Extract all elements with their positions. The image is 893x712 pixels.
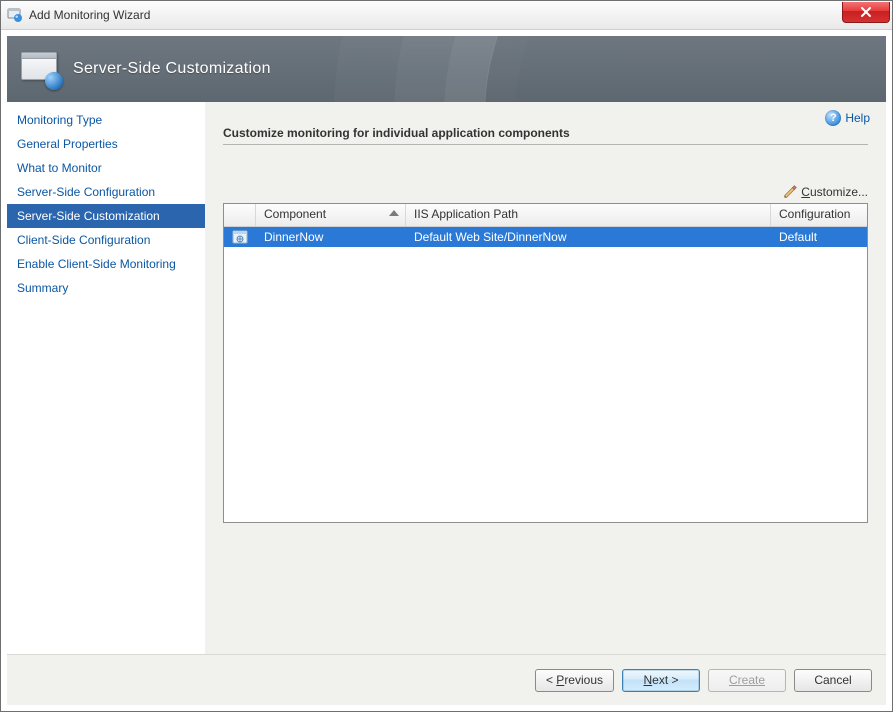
help-label: Help: [845, 111, 870, 125]
previous-button[interactable]: < Previous: [535, 669, 614, 692]
pencil-icon: [783, 185, 797, 199]
create-button: Create: [708, 669, 786, 692]
grid-column-path[interactable]: IIS Application Path: [406, 204, 771, 226]
sidebar-item-server-side-configuration[interactable]: Server-Side Configuration: [7, 180, 205, 204]
grid-column-configuration[interactable]: Configuration: [771, 204, 867, 226]
window-title: Add Monitoring Wizard: [29, 8, 842, 22]
sidebar-item-client-side-configuration[interactable]: Client-Side Configuration: [7, 228, 205, 252]
row-icon: [224, 229, 256, 245]
customize-link[interactable]: Customize...: [801, 185, 868, 199]
wizard-footer: < Previous Next > Create Cancel: [7, 654, 886, 705]
sidebar-item-server-side-customization[interactable]: Server-Side Customization: [7, 204, 205, 228]
wizard-content: ? Help Customize monitoring for individu…: [205, 102, 886, 654]
grid-body: DinnerNow Default Web Site/DinnerNow Def…: [224, 227, 867, 522]
sidebar-item-summary[interactable]: Summary: [7, 276, 205, 300]
wizard-body: Monitoring Type General Properties What …: [7, 102, 886, 654]
row-path: Default Web Site/DinnerNow: [406, 230, 771, 244]
section-title: Customize monitoring for individual appl…: [223, 126, 868, 145]
wizard-window: Add Monitoring Wizard Server-Side Custom…: [0, 0, 893, 712]
close-icon: [860, 7, 872, 17]
help-icon: ?: [825, 110, 841, 126]
web-app-icon: [232, 229, 248, 245]
grid-column-component-label: Component: [264, 207, 326, 221]
sidebar-item-general-properties[interactable]: General Properties: [7, 132, 205, 156]
next-button[interactable]: Next >: [622, 669, 700, 692]
wizard-header: Server-Side Customization: [7, 36, 886, 102]
sort-ascending-icon: [389, 210, 399, 216]
row-component: DinnerNow: [256, 230, 406, 244]
wizard-sidebar: Monitoring Type General Properties What …: [7, 102, 205, 654]
header-icon: [21, 52, 61, 86]
sidebar-item-monitoring-type[interactable]: Monitoring Type: [7, 108, 205, 132]
wizard-step-title: Server-Side Customization: [73, 60, 271, 78]
row-configuration: Default: [771, 230, 867, 244]
sidebar-item-enable-client-side-monitoring[interactable]: Enable Client-Side Monitoring: [7, 252, 205, 276]
grid-column-component[interactable]: Component: [256, 204, 406, 226]
grid-header: Component IIS Application Path Configura…: [224, 204, 867, 227]
cancel-button[interactable]: Cancel: [794, 669, 872, 692]
sidebar-item-what-to-monitor[interactable]: What to Monitor: [7, 156, 205, 180]
grid-row[interactable]: DinnerNow Default Web Site/DinnerNow Def…: [224, 227, 867, 247]
grid-column-icon[interactable]: [224, 204, 256, 226]
components-grid: Component IIS Application Path Configura…: [223, 203, 868, 523]
window-close-button[interactable]: [842, 2, 890, 23]
app-icon: [7, 7, 23, 23]
help-link[interactable]: ? Help: [205, 102, 886, 126]
titlebar: Add Monitoring Wizard: [1, 1, 892, 30]
